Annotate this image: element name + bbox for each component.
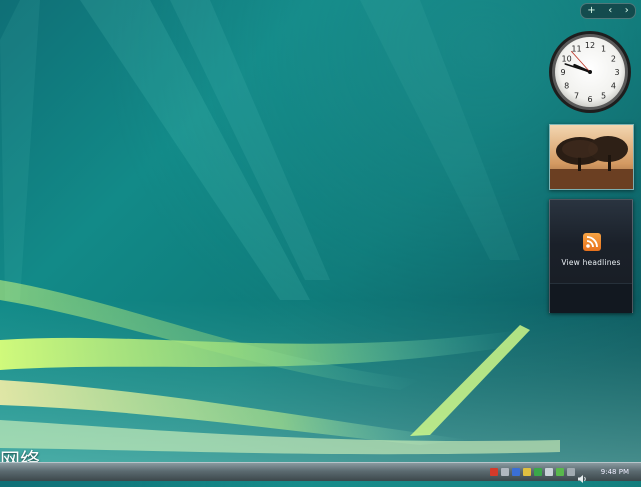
taskbar: 9:48 PM xyxy=(0,462,641,483)
sidebar-gadgets: + ‹ › 12 1 2 3 4 5 6 7 8 9 10 11 View he… xyxy=(544,0,641,462)
tray-network-icon[interactable] xyxy=(512,468,520,476)
clock-numeral: 8 xyxy=(564,82,569,91)
tray-security-icon[interactable] xyxy=(490,468,498,476)
clock-numeral: 10 xyxy=(562,55,572,64)
clock-numeral: 2 xyxy=(611,55,616,64)
clock-gadget[interactable]: 12 12 3 45678 9 1011 xyxy=(548,30,632,114)
view-headlines-link[interactable]: View headlines xyxy=(550,258,632,267)
taskbar-clock[interactable]: 9:48 PM xyxy=(601,466,629,479)
clock-numeral: 7 xyxy=(574,91,579,100)
system-tray: 9:48 PM xyxy=(490,464,641,483)
next-page-button[interactable]: › xyxy=(625,4,629,18)
clock-numeral: 9 xyxy=(560,68,565,77)
tray-device-icon[interactable] xyxy=(567,468,575,476)
add-gadget-button[interactable]: + xyxy=(587,4,595,18)
speaker-icon[interactable] xyxy=(578,468,587,483)
clock-numeral: 3 xyxy=(614,68,619,77)
previous-page-button[interactable]: ‹ xyxy=(608,4,612,18)
clock-numeral: 11 xyxy=(571,45,581,54)
clock-numeral: 12 xyxy=(585,41,595,50)
tray-update-icon[interactable] xyxy=(545,468,553,476)
clock-numeral: 6 xyxy=(587,95,592,104)
tray-app-icon[interactable] xyxy=(501,468,509,476)
feed-footer xyxy=(550,283,632,313)
gadget-toolbar: + ‹ › xyxy=(580,3,636,19)
clock-numeral: 1 xyxy=(601,45,606,54)
tray-status-icon[interactable] xyxy=(523,468,531,476)
slideshow-gadget[interactable] xyxy=(549,124,634,190)
feed-headlines-gadget[interactable]: View headlines xyxy=(549,199,633,313)
rss-feed-icon xyxy=(583,233,601,251)
clock-numeral: 5 xyxy=(601,91,606,100)
tray-shield-icon[interactable] xyxy=(534,468,542,476)
tray-sync-icon[interactable] xyxy=(556,468,564,476)
clock-numeral: 4 xyxy=(611,82,616,91)
